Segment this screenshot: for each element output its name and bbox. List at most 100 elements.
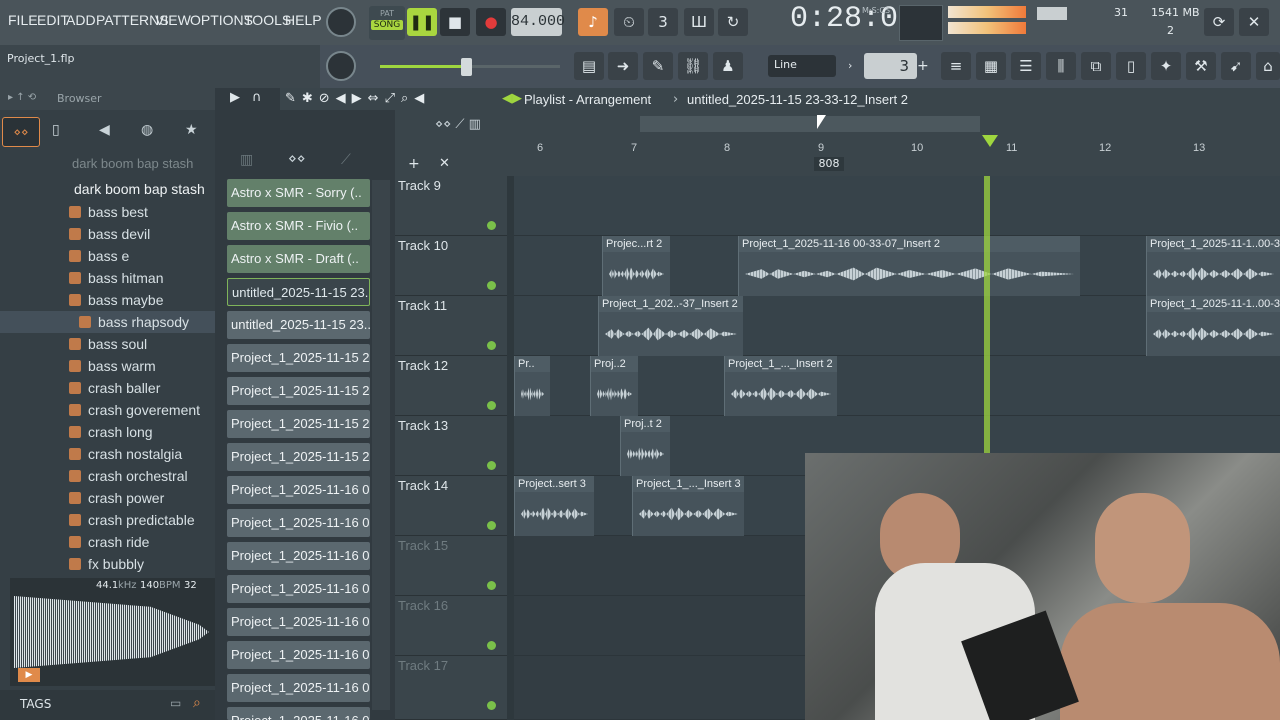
list-item[interactable]: crash ride [0,531,215,553]
browser-files-icon[interactable]: ▯ [52,122,60,138]
track-header[interactable]: Track 15 [395,536,507,596]
list-item[interactable]: crash power [0,487,215,509]
track-mute-icon[interactable] [487,461,496,470]
horizontal-scrollbar[interactable] [640,116,980,132]
playlist-arrow-icon[interactable]: ◀▶ [502,91,522,106]
track-header[interactable]: Track 9 [395,176,507,236]
pattern-item[interactable]: Project_1_2025-11-16 0... [227,641,370,669]
pattern-item[interactable]: Project_1_2025-11-16 0... [227,542,370,570]
record-icon[interactable]: ● [476,8,506,36]
track-header[interactable]: Track 13 [395,416,507,476]
pattern-item[interactable]: Astro x SMR - Sorry (.. [227,179,370,207]
track-mute-icon[interactable] [487,281,496,290]
track-tools-icon[interactable]: ⋄⋄ ⟋ ▥ [435,117,481,132]
marker-808[interactable]: 808 [814,157,844,171]
pattern-item[interactable]: Project_1_2025-11-15 2... [227,344,370,372]
track-mute-icon[interactable] [487,581,496,590]
audio-clip[interactable]: Project_1_2025-11-1..00-3 [1146,236,1280,296]
list-item[interactable]: crash long [0,421,215,443]
menu-help[interactable]: HELP [285,12,322,28]
arrow-right-icon[interactable]: ➜ [608,52,638,80]
faders-icon[interactable]: ⫼ [1046,52,1076,80]
playlist-icon[interactable]: ≡ [941,52,971,80]
pattern-item[interactable]: Project_1_2025-11-16 0... [227,707,370,720]
close-icon[interactable]: ✕ [1239,8,1269,36]
playhead-marker-icon[interactable] [982,135,998,147]
playlist-play-icon[interactable]: ▶ [230,90,240,105]
pattern-item[interactable]: Project_1_2025-11-16 0... [227,674,370,702]
delete-icon[interactable]: ✕ [439,156,450,171]
menu-file[interactable]: FILE [8,12,38,28]
refresh-icon[interactable]: ⟳ [1204,8,1234,36]
track-mute-icon[interactable] [487,401,496,410]
audio-clip[interactable]: Project_1_202..-37_Insert 2 [598,296,743,356]
pattern-item[interactable]: untitled_2025-11-15 23... [227,311,370,339]
list-item[interactable]: crash baller [0,377,215,399]
list-item[interactable]: bass warm [0,355,215,377]
audio-clip[interactable]: Project_1_2025-11-1..00-3 [1146,296,1280,356]
store-icon[interactable]: ⌂ [1256,52,1280,80]
track-mute-icon[interactable] [487,701,496,710]
audio-clip[interactable]: Projec...rt 2 [602,236,670,296]
plugin-icon[interactable]: ✦ [1151,52,1181,80]
play-sample-icon[interactable]: ▶ [18,668,40,682]
track-header[interactable]: Track 10 [395,236,507,296]
audio-clip[interactable]: Pr.. [514,356,550,416]
collapse-icon[interactable]: ▸ ↑ ⟲ [8,92,36,103]
track-header[interactable]: Track 16 [395,596,507,656]
list-item-selected[interactable]: bass rhapsody [0,311,215,333]
file-icon[interactable]: ▯ [1116,52,1146,80]
pattern-item[interactable]: Project_1_2025-11-15 2... [227,377,370,405]
playhead[interactable] [984,176,990,453]
track-header[interactable]: Track 17 [395,656,507,720]
tag-folder-icon[interactable]: ▭ [170,696,181,710]
stamp-icon[interactable]: ♟ [713,52,743,80]
brush-icon[interactable]: ✎ [643,52,673,80]
list-item[interactable]: crash goverement [0,399,215,421]
list-item[interactable]: fx bubbly [0,553,215,575]
browser-all-icon[interactable]: ⋄⋄ [2,117,40,147]
tools-icon[interactable]: ⚒ [1186,52,1216,80]
channel-rack-icon[interactable]: ▦ [976,52,1006,80]
pattern-item[interactable]: Project_1_2025-11-16 0... [227,509,370,537]
tempo-display[interactable]: 84.000 [511,8,565,36]
snap-select[interactable]: Line [768,55,836,77]
automation-icon[interactable]: ⟋ [341,152,351,168]
stop-icon[interactable]: ■ [440,8,470,36]
browser-breadcrumb[interactable]: dark boom bap stash [72,156,193,171]
audio-clip[interactable]: Proj..t 2 [620,416,670,476]
list-item[interactable]: bass hitman [0,267,215,289]
wave-icon[interactable]: ⋄⋄ [288,151,306,167]
master-slider-handle[interactable] [461,58,472,76]
browser-icon[interactable]: ⧉ [1081,52,1111,80]
browser-globe-icon[interactable]: ◍ [141,122,153,138]
search-icon[interactable]: ⌕ [193,695,201,711]
master-pitch-knob[interactable] [326,51,356,81]
menu-edit[interactable]: EDIT [37,12,69,28]
help-icon[interactable]: ➹ [1221,52,1251,80]
pattern-item[interactable]: Astro x SMR - Draft (.. [227,245,370,273]
pattern-prev-icon[interactable]: › [848,55,860,77]
wait-record-icon[interactable]: ⏲ [614,8,644,36]
pattern-add-icon[interactable]: + [917,55,929,77]
magnet-icon[interactable]: ∩ [252,90,262,105]
list-item[interactable]: crash predictable [0,509,215,531]
audio-clip[interactable]: Project_1_..._Insert 2 [724,356,837,416]
audio-clip[interactable]: Proj..2 [590,356,638,416]
playlist-tools-icon[interactable]: ✎✱⊘◀▶⇔⤢⌕◀ [285,91,430,106]
pattern-item-selected[interactable]: untitled_2025-11-15 23... [227,278,370,306]
piano-icon[interactable]: ▥ [240,152,253,168]
metronome-icon[interactable]: ♪ [578,8,608,36]
menu-view[interactable]: VIEW [155,12,191,28]
track-mute-icon[interactable] [487,521,496,530]
step-edit-icon[interactable]: Ш [684,8,714,36]
browser-speaker-icon[interactable]: ◀ [99,122,110,138]
list-item[interactable]: bass devil [0,223,215,245]
pattern-item[interactable]: Project_1_2025-11-15 2... [227,443,370,471]
track-header[interactable]: Track 14 [395,476,507,536]
list-item[interactable]: crash nostalgia [0,443,215,465]
link-icon[interactable]: ⛓ [678,52,708,80]
list-item[interactable]: bass maybe [0,289,215,311]
audio-clip[interactable]: Project_1_..._Insert 3 [632,476,744,536]
list-item[interactable]: bass soul [0,333,215,355]
